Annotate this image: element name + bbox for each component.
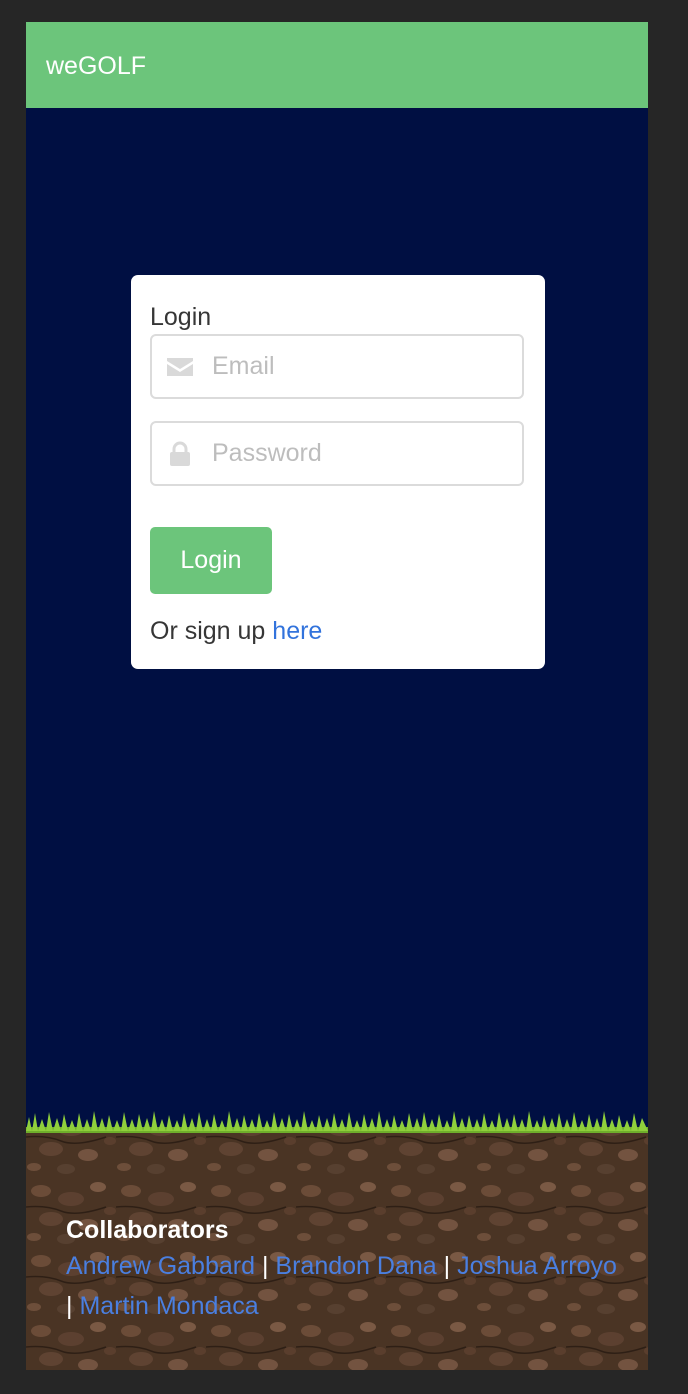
login-card: Login Login Or sign up here <box>131 275 545 669</box>
signup-prompt: Or sign up here <box>150 616 322 646</box>
navbar: weGOLF <box>26 22 648 108</box>
signup-text: Or sign up <box>150 617 266 645</box>
login-title: Login <box>150 303 212 331</box>
app-window: weGOLF Login Login Or sign u <box>26 22 648 1370</box>
envelope-icon <box>166 354 194 380</box>
password-input[interactable] <box>212 423 512 484</box>
email-input[interactable] <box>212 336 512 397</box>
collaborators-title: Collaborators <box>66 1216 229 1244</box>
separator: | <box>66 1292 73 1320</box>
separator: | <box>261 1252 269 1280</box>
lock-icon <box>166 441 194 467</box>
signup-link[interactable]: here <box>272 617 322 645</box>
collaborator-link[interactable]: Brandon Dana <box>275 1252 436 1280</box>
collaborator-link[interactable]: Joshua Arroyo <box>457 1252 617 1280</box>
collaborator-link[interactable]: Andrew Gabbard <box>66 1252 255 1280</box>
collaborators-list: Andrew Gabbard | Brandon Dana | Joshua A… <box>66 1246 626 1326</box>
email-field[interactable] <box>150 334 524 399</box>
collaborator-link[interactable]: Martin Mondaca <box>79 1292 258 1320</box>
footer: Collaborators Andrew Gabbard | Brandon D… <box>66 1214 626 1326</box>
login-button[interactable]: Login <box>150 527 272 594</box>
password-field[interactable] <box>150 421 524 486</box>
separator: | <box>443 1252 451 1280</box>
brand-link[interactable]: weGOLF <box>46 52 146 80</box>
